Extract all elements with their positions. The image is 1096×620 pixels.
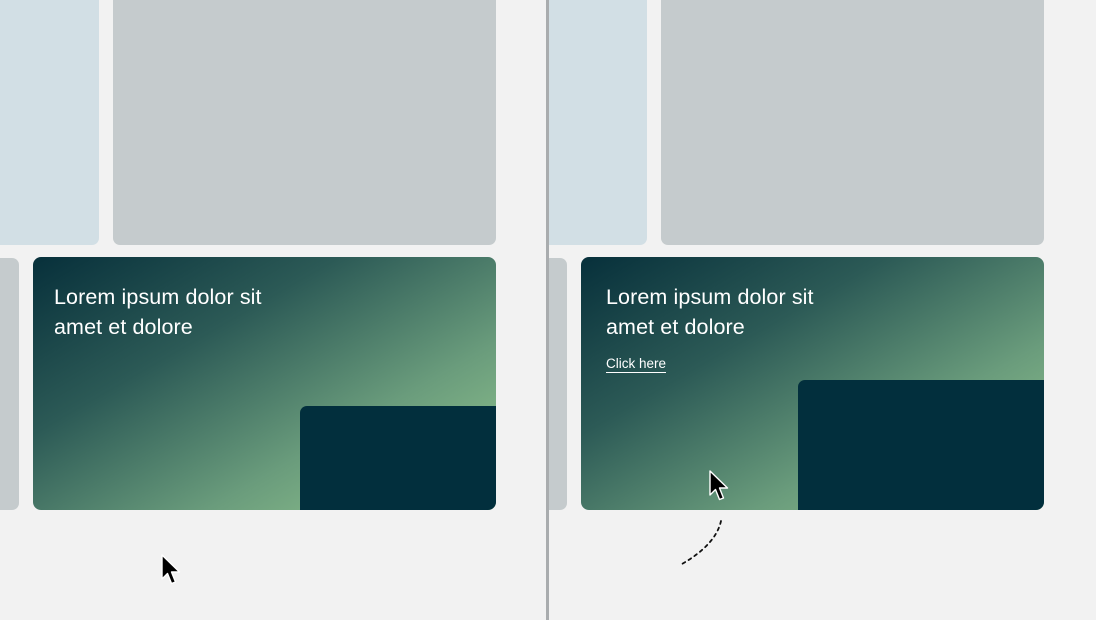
card-title: Lorem ipsum dolor sit amet et dolore (606, 285, 814, 339)
pointer-cursor-icon (709, 470, 729, 501)
card-dark-block (300, 406, 496, 510)
background-tile (0, 258, 19, 510)
background-tile (549, 0, 647, 245)
background-tile (0, 0, 99, 245)
dashed-motion-trail-icon (681, 520, 722, 565)
background-tile (661, 0, 1044, 245)
promo-card-hover[interactable]: Lorem ipsum dolor sit amet et dolore Cli… (581, 257, 1044, 510)
click-here-link[interactable]: Click here (606, 355, 667, 373)
card-dark-block (798, 380, 1044, 510)
left-state-panel: Lorem ipsum dolor sit amet et dolore (0, 0, 546, 620)
right-state-panel: Lorem ipsum dolor sit amet et dolore Cli… (549, 0, 1096, 620)
background-tile (549, 258, 567, 510)
promo-card[interactable]: Lorem ipsum dolor sit amet et dolore (33, 257, 496, 510)
background-tile (113, 0, 496, 245)
card-title: Lorem ipsum dolor sit amet et dolore (54, 285, 262, 339)
pointer-cursor-icon (161, 554, 181, 585)
